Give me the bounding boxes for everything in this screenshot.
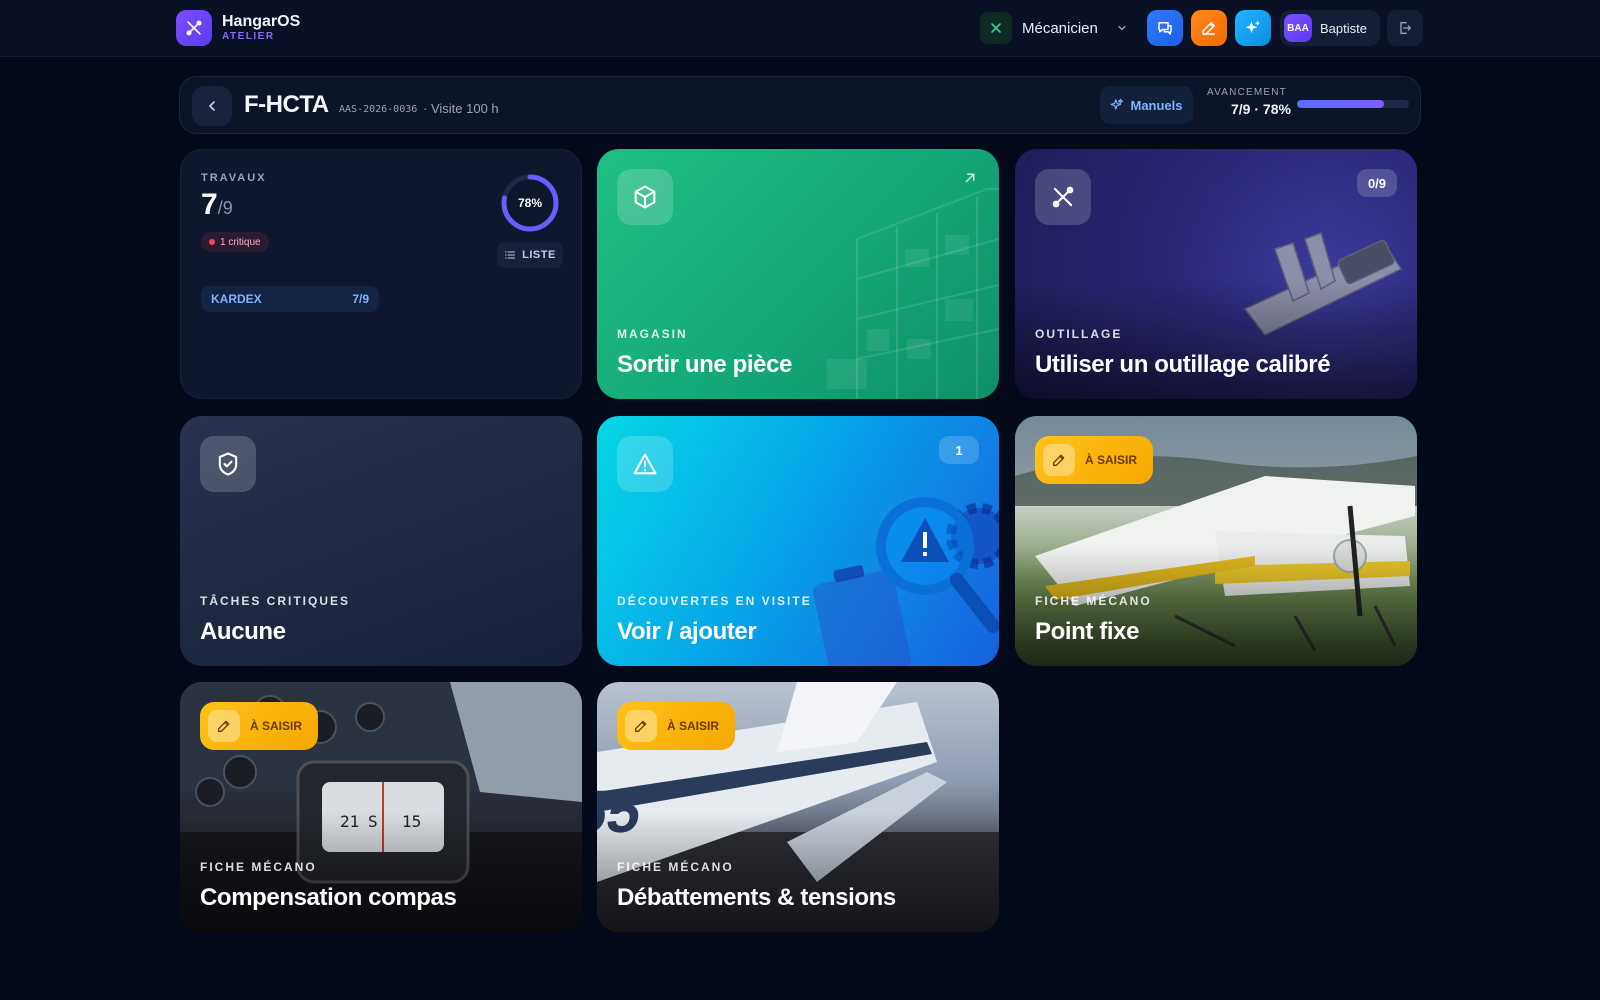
chevron-left-icon: [208, 101, 215, 111]
card-debattements[interactable]: 55 À SAISIR FICHE MÉCANO Débattements & …: [597, 682, 999, 932]
card-category: FICHE MÉCANO: [200, 860, 317, 874]
tools-icon: [1035, 169, 1091, 225]
aircraft-registration: F-HCTA: [244, 91, 329, 118]
manuals-label: Manuels: [1130, 97, 1183, 113]
back-button[interactable]: [192, 86, 232, 126]
user-name: Baptiste: [1320, 20, 1367, 36]
user-menu[interactable]: BAA Baptiste: [1280, 10, 1380, 46]
card-title: Voir / ajouter: [617, 618, 757, 645]
progress-bar-fill: [1297, 100, 1385, 108]
card-category: MAGASIN: [617, 327, 688, 341]
card-category: FICHE MÉCANO: [617, 860, 734, 874]
kardex-value: 7/9: [352, 292, 369, 306]
progress-summary: AVANCEMENT 7/9 · 78%: [1207, 87, 1291, 117]
card-point-fixe[interactable]: À SAISIR FICHE MÉCANO Point fixe: [1015, 416, 1417, 666]
critical-badge: 1 critique: [201, 232, 269, 252]
warning-icon: [617, 436, 673, 492]
kardex-row[interactable]: KARDEX 7/9: [201, 286, 379, 312]
inspection-illustration: [812, 497, 999, 666]
card-category: OUTILLAGE: [1035, 327, 1123, 341]
count-badge: 0/9: [1357, 169, 1397, 197]
sparkles-icon: [1111, 98, 1124, 110]
shield-check-icon: [200, 436, 256, 492]
pencil-icon: [1202, 22, 1215, 35]
sparkles-icon: [1245, 20, 1261, 34]
pencil-icon: [208, 710, 240, 742]
logout-button[interactable]: [1387, 10, 1423, 46]
assistant-button[interactable]: [1235, 10, 1271, 46]
work-order-ref: AAS-2026-0036: [339, 104, 418, 115]
chat-icon: [1158, 22, 1172, 35]
list-icon: [505, 251, 516, 259]
arrow-up-right-icon: [961, 169, 979, 192]
card-category: DÉCOUVERTES EN VISITE: [617, 594, 812, 608]
card-title: Compensation compas: [200, 884, 457, 911]
chevron-down-icon: [1116, 22, 1128, 34]
travaux-count: 7/9: [201, 188, 233, 221]
card-title: Aucune: [200, 618, 286, 645]
brand-subtitle: ATELIER: [222, 31, 275, 42]
status-pill-a-saisir[interactable]: À SAISIR: [617, 702, 736, 750]
visit-type: · Visite 100 h: [423, 101, 499, 116]
logout-icon: [1400, 22, 1411, 34]
box-icon: [617, 169, 673, 225]
card-title: Point fixe: [1035, 618, 1140, 645]
edit-button[interactable]: [1191, 10, 1227, 46]
card-title: Sortir une pièce: [617, 351, 792, 378]
card-magasin[interactable]: MAGASIN Sortir une pièce: [597, 149, 999, 399]
card-decouvertes[interactable]: 1 DÉCOUVERTES EN VISITE Voir / ajouter: [597, 416, 999, 666]
kardex-label: KARDEX: [211, 292, 262, 306]
count-badge: 1: [939, 436, 979, 464]
brand[interactable]: HangarOS ATELIER: [176, 10, 300, 46]
card-category: TÂCHES CRITIQUES: [200, 594, 351, 608]
card-compensation-compas[interactable]: 21S15 À SAISIR FICHE MÉCANO Compensation…: [180, 682, 582, 932]
progress-text: 7/9 · 78%: [1231, 101, 1291, 117]
pencil-icon: [1043, 444, 1075, 476]
status-pill-a-saisir[interactable]: À SAISIR: [200, 702, 319, 750]
brand-logo-icon: [176, 10, 212, 46]
status-pill-a-saisir[interactable]: À SAISIR: [1035, 436, 1154, 484]
brand-name: HangarOS: [222, 13, 301, 30]
aircraft-header: F-HCTA AAS-2026-0036 · Visite 100 h Manu…: [179, 76, 1421, 134]
list-button[interactable]: LISTE: [497, 242, 563, 268]
card-title: Utiliser un outillage calibré: [1035, 351, 1331, 378]
role-selector[interactable]: Mécanicien: [980, 12, 1128, 44]
chat-button[interactable]: [1147, 10, 1183, 46]
progress-ring-value: 78%: [517, 196, 543, 210]
card-travaux[interactable]: TRAVAUX 7/9 1 critique 78% LISTE KARDEX …: [180, 149, 582, 399]
pencil-icon: [625, 710, 657, 742]
card-outillage[interactable]: 0/9 OUTILLAGE Utiliser un outillage cali…: [1015, 149, 1417, 399]
shelves-illustration: [827, 188, 999, 399]
progress-bar: [1297, 100, 1409, 108]
manuals-button[interactable]: Manuels: [1100, 86, 1193, 124]
role-label: Mécanicien: [1022, 19, 1098, 37]
wrench-icon: [980, 12, 1012, 44]
card-title: Débattements & tensions: [617, 884, 896, 911]
progress-label: AVANCEMENT: [1207, 87, 1287, 98]
top-bar: HangarOS ATELIER Mécanicien BAA Baptiste: [0, 0, 1600, 57]
card-category: FICHE MÉCANO: [1035, 594, 1152, 608]
travaux-label: TRAVAUX: [201, 172, 267, 184]
critical-dot-icon: [209, 239, 215, 245]
avatar: BAA: [1284, 14, 1312, 42]
card-taches-critiques[interactable]: TÂCHES CRITIQUES Aucune: [180, 416, 582, 666]
